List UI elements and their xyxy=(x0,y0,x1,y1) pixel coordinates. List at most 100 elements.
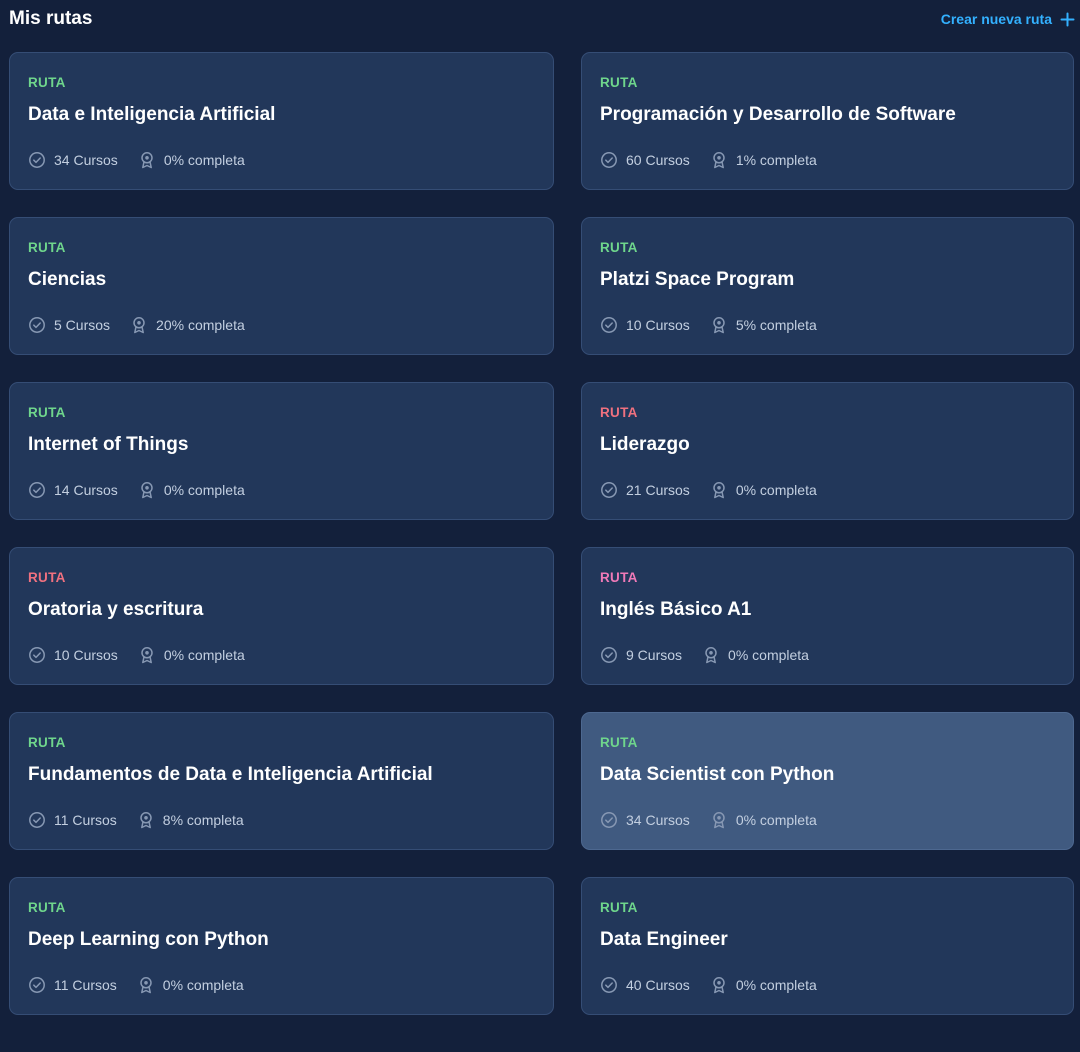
create-route-label: Crear nueva ruta xyxy=(940,11,1052,27)
route-title: Liderazgo xyxy=(600,434,690,455)
route-card[interactable]: RUTA Internet of Things 14 Cursos 0% com… xyxy=(9,382,554,520)
progress-info: 20% completa xyxy=(130,316,245,334)
check-circle-icon xyxy=(600,151,618,169)
route-tag: RUTA xyxy=(600,735,638,750)
route-card[interactable]: RUTA Deep Learning con Python 11 Cursos … xyxy=(9,877,554,1015)
courses-count: 21 Cursos xyxy=(600,481,690,499)
courses-text: 14 Cursos xyxy=(54,482,118,498)
progress-text: 0% completa xyxy=(163,647,245,663)
route-card[interactable]: RUTA Liderazgo 21 Cursos 0% completa xyxy=(581,382,1074,520)
progress-info: 0% completa xyxy=(138,481,245,499)
courses-text: 5 Cursos xyxy=(54,317,111,333)
route-meta: 10 Cursos 0% completa xyxy=(28,646,265,664)
route-meta: 11 Cursos 8% completa xyxy=(28,811,264,829)
routes-grid: RUTA Data e Inteligencia Artificial 34 C… xyxy=(9,52,1074,1015)
progress-text: 8% completa xyxy=(162,812,244,828)
courses-count: 10 Cursos xyxy=(28,646,118,664)
route-tag: RUTA xyxy=(600,75,638,90)
progress-info: 1% completa xyxy=(710,151,817,169)
award-ribbon-icon xyxy=(130,316,148,334)
check-circle-icon xyxy=(28,811,46,829)
route-tag: RUTA xyxy=(28,405,66,420)
courses-text: 34 Cursos xyxy=(54,152,118,168)
route-card[interactable]: RUTA Data Engineer 40 Cursos 0% completa xyxy=(581,877,1074,1015)
check-circle-icon xyxy=(600,316,618,334)
route-title: Data Scientist con Python xyxy=(600,764,835,785)
courses-text: 10 Cursos xyxy=(626,317,690,333)
route-title: Ciencias xyxy=(28,269,107,290)
route-card[interactable]: RUTA Data Scientist con Python 34 Cursos… xyxy=(581,712,1074,850)
route-card[interactable]: RUTA Inglés Básico A1 9 Cursos 0% comple… xyxy=(581,547,1074,685)
courses-count: 9 Cursos xyxy=(600,646,682,664)
check-circle-icon xyxy=(600,811,618,829)
route-card[interactable]: RUTA Ciencias 5 Cursos 20% completa xyxy=(9,217,554,355)
check-circle-icon xyxy=(28,151,46,169)
route-title: Fundamentos de Data e Inteligencia Artif… xyxy=(28,764,433,785)
award-ribbon-icon xyxy=(702,646,720,664)
route-card[interactable]: RUTA Oratoria y escritura 10 Cursos 0% c… xyxy=(9,547,554,685)
route-card[interactable]: RUTA Programación y Desarrollo de Softwa… xyxy=(581,52,1074,190)
route-meta: 10 Cursos 5% completa xyxy=(600,316,837,334)
progress-text: 0% completa xyxy=(735,482,817,498)
route-title: Data Engineer xyxy=(600,929,728,950)
plus-icon xyxy=(1060,12,1075,27)
courses-count: 5 Cursos xyxy=(28,316,110,334)
award-ribbon-icon xyxy=(138,151,156,169)
route-tag: RUTA xyxy=(28,735,66,750)
route-meta: 9 Cursos 0% completa xyxy=(600,646,829,664)
courses-text: 10 Cursos xyxy=(54,647,118,663)
check-circle-icon xyxy=(28,481,46,499)
check-circle-icon xyxy=(28,976,46,994)
progress-text: 0% completa xyxy=(163,152,245,168)
award-ribbon-icon xyxy=(137,811,155,829)
route-tag: RUTA xyxy=(600,405,638,420)
progress-info: 0% completa xyxy=(710,481,817,499)
progress-info: 0% completa xyxy=(138,151,245,169)
progress-text: 0% completa xyxy=(728,647,809,663)
progress-text: 20% completa xyxy=(156,317,245,333)
progress-info: 8% completa xyxy=(137,811,244,829)
award-ribbon-icon xyxy=(710,811,728,829)
route-title: Oratoria y escritura xyxy=(28,599,204,620)
courses-count: 34 Cursos xyxy=(28,151,118,169)
route-card[interactable]: RUTA Data e Inteligencia Artificial 34 C… xyxy=(9,52,554,190)
courses-text: 60 Cursos xyxy=(626,152,690,168)
route-meta: 40 Cursos 0% completa xyxy=(600,976,837,994)
progress-text: 0% completa xyxy=(162,977,244,993)
route-card[interactable]: RUTA Fundamentos de Data e Inteligencia … xyxy=(9,712,554,850)
progress-info: 0% completa xyxy=(137,976,244,994)
award-ribbon-icon xyxy=(710,481,728,499)
progress-info: 0% completa xyxy=(710,976,817,994)
courses-text: 11 Cursos xyxy=(54,812,117,828)
route-tag: RUTA xyxy=(600,570,638,585)
page: Mis rutas Crear nueva ruta RUTA Data e I… xyxy=(0,0,1080,1052)
route-tag: RUTA xyxy=(28,75,66,90)
route-meta: 14 Cursos 0% completa xyxy=(28,481,265,499)
courses-text: 11 Cursos xyxy=(54,977,117,993)
route-meta: 11 Cursos 0% completa xyxy=(28,976,264,994)
courses-text: 21 Cursos xyxy=(626,482,690,498)
route-meta: 34 Cursos 0% completa xyxy=(28,151,265,169)
award-ribbon-icon xyxy=(710,316,728,334)
progress-info: 0% completa xyxy=(138,646,245,664)
progress-text: 5% completa xyxy=(735,317,817,333)
route-title: Data e Inteligencia Artificial xyxy=(28,104,276,125)
route-meta: 5 Cursos 20% completa xyxy=(28,316,265,334)
route-title: Platzi Space Program xyxy=(600,269,795,290)
route-title: Inglés Básico A1 xyxy=(600,599,752,620)
check-circle-icon xyxy=(600,481,618,499)
route-tag: RUTA xyxy=(600,900,638,915)
award-ribbon-icon xyxy=(137,976,155,994)
create-route-button[interactable]: Crear nueva ruta xyxy=(941,11,1075,27)
award-ribbon-icon xyxy=(138,646,156,664)
check-circle-icon xyxy=(600,976,618,994)
courses-count: 10 Cursos xyxy=(600,316,690,334)
progress-text: 0% completa xyxy=(735,977,817,993)
award-ribbon-icon xyxy=(710,976,728,994)
courses-count: 11 Cursos xyxy=(28,811,117,829)
route-card[interactable]: RUTA Platzi Space Program 10 Cursos 5% c… xyxy=(581,217,1074,355)
route-meta: 34 Cursos 0% completa xyxy=(600,811,837,829)
route-tag: RUTA xyxy=(28,900,66,915)
courses-count: 40 Cursos xyxy=(600,976,690,994)
route-title: Internet of Things xyxy=(28,434,189,455)
